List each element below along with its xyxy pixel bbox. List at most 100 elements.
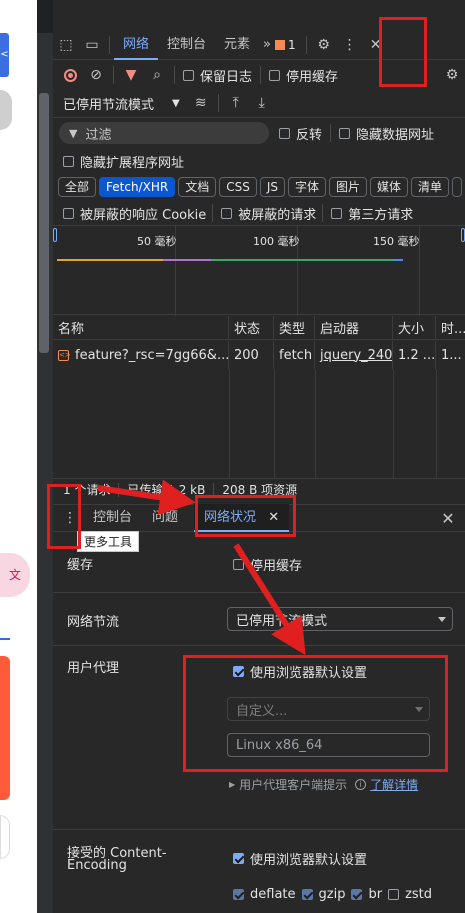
encoding-default-label: 使用浏览器默认设置 — [250, 852, 368, 868]
col-name[interactable]: 名称 — [53, 316, 229, 339]
timeline-bar-request — [393, 259, 403, 261]
wifi-conditions-icon[interactable]: ≋ — [188, 91, 214, 115]
col-initiator[interactable]: 启动器 — [315, 316, 393, 339]
page-side-tab[interactable]: < — [0, 33, 9, 77]
drawer-tab-console[interactable]: 控制台 — [83, 504, 142, 532]
close-devtools-icon[interactable]: ✕ — [363, 33, 389, 57]
ua-custom-dropdown[interactable]: 自定义... — [227, 697, 430, 721]
page-scrollbar[interactable] — [37, 33, 53, 913]
row-size-cell: 1.2 ... — [393, 341, 436, 369]
settings-gear-icon[interactable]: ⚙ — [311, 33, 337, 57]
device-toolbar-icon[interactable]: ▭ — [79, 33, 105, 57]
filter-input[interactable]: ▼ 过滤 — [59, 122, 269, 144]
page-avatar — [0, 90, 12, 130]
row-initiator-link[interactable]: jquery_240 — [315, 341, 393, 369]
chip-js[interactable]: JS — [259, 177, 285, 197]
chip-css[interactable]: CSS — [219, 177, 257, 197]
chip-img[interactable]: 图片 — [329, 177, 368, 197]
search-icon[interactable]: ⌕ — [144, 63, 170, 87]
page-round-button[interactable] — [0, 815, 10, 859]
filter-icon[interactable]: ▼ — [118, 63, 144, 87]
timeline-overview[interactable]: 50 毫秒 100 毫秒 150 毫秒 — [53, 225, 465, 316]
encoding-default-checkbox[interactable] — [233, 852, 244, 864]
chip-overflow[interactable] — [452, 177, 463, 197]
inspect-element-icon[interactable]: ⬚ — [53, 33, 79, 57]
expand-arrow-icon[interactable]: ▶ — [229, 780, 235, 789]
devtools-main-toolbar: ⬚ ▭ 网络 控制台 元素 » 1 ⚙ ⋮ ✕ — [53, 30, 465, 60]
chip-font[interactable]: 字体 — [287, 177, 326, 197]
issues-badge[interactable]: 1 — [275, 38, 296, 52]
ua-hints-label[interactable]: 用户代理客户端提示 — [239, 776, 347, 793]
timeline-bar-waiting — [57, 259, 163, 261]
disable-cache-checkbox-2[interactable] — [233, 558, 244, 570]
network-settings-icon[interactable]: ⚙ — [439, 63, 465, 87]
tab-elements[interactable]: 元素 — [215, 30, 259, 60]
status-separator — [118, 482, 120, 497]
close-drawer-icon[interactable]: ✕ — [435, 506, 461, 530]
toolbar-separator — [305, 35, 307, 54]
status-separator — [213, 482, 215, 497]
timeline-left-handle[interactable] — [53, 228, 57, 242]
chip-doc[interactable]: 文档 — [178, 177, 217, 197]
drawer-more-tools-icon[interactable]: ⋮ — [57, 506, 83, 530]
preserve-log-checkbox[interactable] — [183, 69, 194, 81]
row-type-cell: fetch — [274, 341, 315, 369]
drawer-tab-bar: ⋮ 控制台 问题 网络状况 ✕ ✕ — [53, 504, 465, 532]
import-har-icon[interactable]: ⤒ — [223, 91, 249, 115]
col-status[interactable]: 状态 — [229, 316, 274, 339]
invert-checkbox[interactable] — [279, 127, 290, 139]
section-divider — [53, 645, 465, 646]
br-checkbox[interactable] — [351, 888, 363, 900]
close-tab-icon[interactable]: ✕ — [268, 510, 279, 525]
ua-string-input[interactable]: Linux x86_64 — [227, 733, 430, 757]
toolbar-separator — [212, 204, 214, 222]
throttle-dropdown[interactable]: 已停用节流模式 — [227, 607, 453, 631]
col-time[interactable]: 时... — [436, 316, 465, 339]
br-label: br — [368, 886, 383, 902]
clear-icon[interactable]: ⊘ — [83, 63, 109, 87]
drawer-tab-network-conditions[interactable]: 网络状况 ✕ — [194, 504, 290, 532]
blocked-requests-checkbox[interactable] — [221, 207, 233, 219]
third-party-checkbox[interactable] — [331, 207, 343, 219]
record-icon[interactable] — [57, 63, 83, 87]
chip-fetch-xhr[interactable]: Fetch/XHR — [99, 177, 176, 197]
hide-data-urls-checkbox[interactable] — [339, 127, 351, 139]
throttle-select[interactable]: 已停用节流模式 — [63, 94, 154, 113]
col-size[interactable]: 大小 — [393, 316, 436, 339]
chip-media[interactable]: 媒体 — [370, 177, 409, 197]
drawer-tab-issues[interactable]: 问题 — [142, 504, 188, 532]
col-type[interactable]: 类型 — [274, 316, 315, 339]
more-options-icon[interactable]: ⋮ — [337, 33, 363, 57]
hide-extension-urls-checkbox[interactable] — [63, 155, 74, 167]
more-tabs-button[interactable]: » — [259, 30, 275, 60]
disable-cache-checkbox[interactable] — [269, 69, 281, 81]
tab-network[interactable]: 网络 — [114, 30, 159, 60]
column-divider — [274, 369, 275, 478]
toolbar-separator — [322, 204, 324, 222]
export-har-icon[interactable]: ⤓ — [249, 91, 275, 115]
timeline-right-handle[interactable] — [461, 228, 465, 242]
timeline-tick: 100 毫秒 — [253, 235, 300, 248]
blocked-row: 被屏蔽的响应 Cookie 被屏蔽的请求 第三方请求 — [53, 202, 465, 224]
issues-count: 1 — [288, 37, 296, 52]
section-divider — [53, 829, 465, 830]
disable-cache-label: 停用缓存 — [286, 69, 339, 85]
blocked-cookies-checkbox[interactable] — [63, 207, 74, 219]
zstd-checkbox[interactable] — [388, 888, 400, 900]
ua-default-row: 使用浏览器默认设置 — [233, 662, 453, 681]
table-row[interactable]: <> feature?_rsc=7gg66&... 200 fetch jque… — [53, 341, 465, 369]
drawer-tab-label: 网络状况 — [204, 510, 257, 525]
info-icon[interactable]: i — [355, 778, 367, 790]
tab-console[interactable]: 控制台 — [158, 30, 215, 60]
learn-more-link[interactable]: 了解详情 — [370, 776, 418, 793]
throttle-dropdown-value: 已停用节流模式 — [236, 613, 328, 629]
chevron-down-icon[interactable]: ▼ — [172, 98, 180, 109]
disable-cache-label-2: 停用缓存 — [250, 558, 303, 574]
chip-manifest[interactable]: 清单 — [411, 177, 450, 197]
deflate-checkbox[interactable] — [233, 888, 244, 900]
chip-all[interactable]: 全部 — [58, 177, 97, 197]
gzip-checkbox[interactable] — [301, 888, 313, 900]
ua-string-value: Linux x86_64 — [236, 737, 323, 753]
ua-default-checkbox[interactable] — [233, 665, 244, 677]
scrollbar-thumb[interactable] — [39, 93, 49, 353]
